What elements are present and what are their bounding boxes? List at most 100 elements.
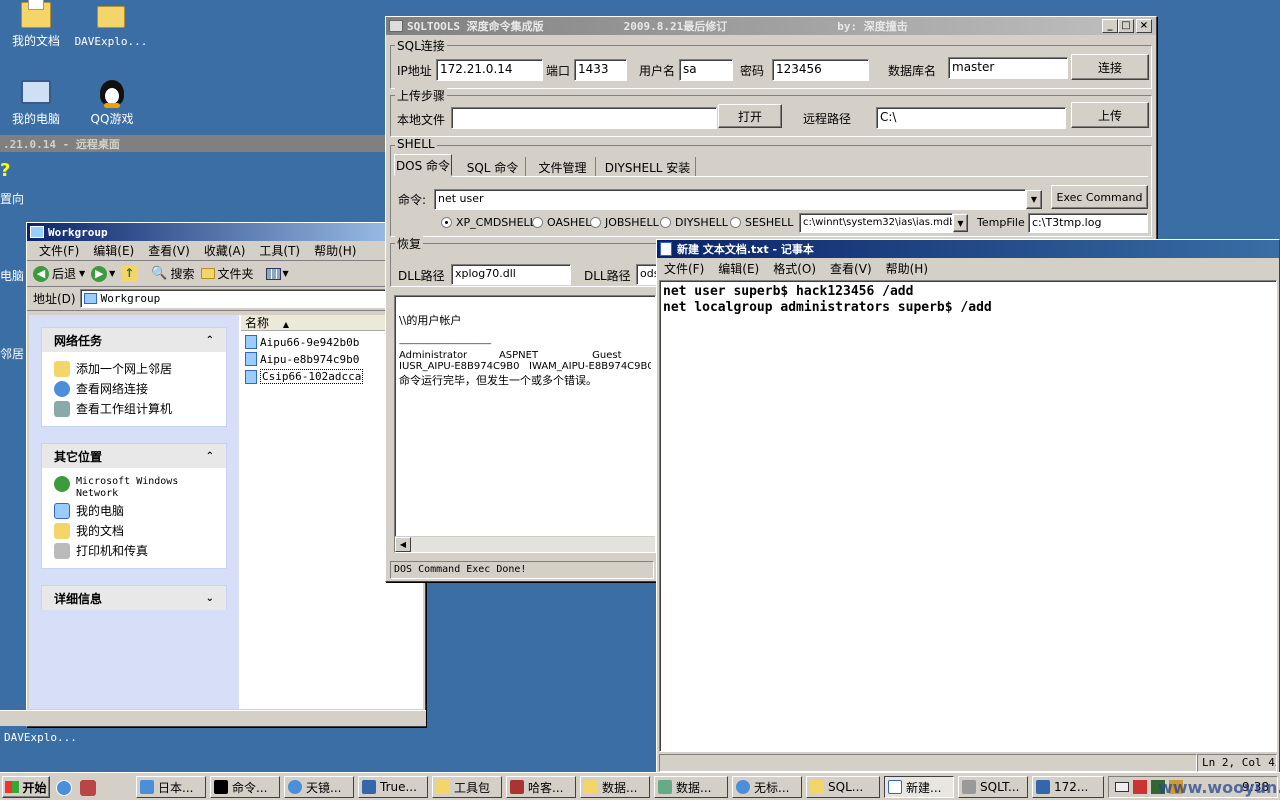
- maximize-button[interactable]: □: [1118, 19, 1134, 33]
- rdp-titlebar[interactable]: .21.0.14 - 远程桌面: [0, 135, 390, 152]
- quicklaunch-ie-icon[interactable]: [56, 780, 72, 796]
- taskbar-item[interactable]: 日本...: [136, 776, 206, 798]
- username-input[interactable]: sa: [679, 59, 733, 81]
- menu-help[interactable]: 帮助(H): [314, 242, 356, 259]
- radio-label: SESHELL: [745, 216, 794, 229]
- port-label: 端口: [546, 64, 571, 78]
- port-input[interactable]: 1433: [574, 59, 627, 81]
- dll-path-input[interactable]: xplog70.dll: [451, 264, 571, 285]
- place-printers[interactable]: 打印机和传真: [54, 542, 148, 559]
- command-input[interactable]: net user: [434, 189, 1026, 210]
- place-microsoft-network[interactable]: Microsoft Windows Network: [54, 476, 204, 500]
- menu-view[interactable]: 查看(V): [148, 242, 190, 259]
- tab-dos-command[interactable]: DOS 命令: [394, 154, 452, 176]
- taskbar-item[interactable]: SQLT...: [958, 776, 1028, 798]
- taskbar-item[interactable]: True...: [358, 776, 428, 798]
- file-item-selected[interactable]: Csip66-102adcca: [245, 369, 364, 384]
- menu-file[interactable]: 文件(F): [39, 242, 79, 259]
- task-label: 天镜...: [306, 780, 342, 795]
- radio-jobshell[interactable]: [590, 217, 601, 228]
- file-item[interactable]: Aipu66-9e942b0b: [245, 335, 359, 349]
- taskbar-item[interactable]: 数据...: [654, 776, 728, 798]
- up-folder-icon[interactable]: ↑: [121, 265, 138, 282]
- taskbar-item[interactable]: 工具包: [432, 776, 502, 798]
- menu-favorites[interactable]: 收藏(A): [204, 242, 246, 259]
- taskbar-item[interactable]: 无标...: [732, 776, 802, 798]
- taskbar-item[interactable]: 命令...: [210, 776, 280, 798]
- collapse-icon[interactable]: ⌃: [206, 335, 214, 346]
- tab-diyshell-install[interactable]: DIYSHELL 安装: [600, 157, 696, 177]
- taskbar-item-active[interactable]: 新建...: [884, 776, 954, 798]
- password-input[interactable]: 123456: [772, 59, 869, 81]
- place-my-documents[interactable]: 我的文档: [54, 522, 124, 539]
- local-file-input[interactable]: [451, 107, 717, 129]
- address-input[interactable]: Workgroup: [79, 289, 425, 308]
- rdp-title: .21.0.14 - 远程桌面: [3, 137, 120, 151]
- output-line: 命令运行完毕，但发生一个或多个错误。: [399, 374, 597, 387]
- tab-label: DOS 命令: [395, 158, 451, 173]
- menu-tools[interactable]: 工具(T): [259, 242, 300, 259]
- menu-edit[interactable]: 编辑(E): [93, 242, 134, 259]
- minimize-button[interactable]: _: [1102, 19, 1118, 33]
- exec-command-button[interactable]: Exec Command: [1051, 185, 1148, 209]
- window-icon: [140, 780, 154, 794]
- taskbar-item[interactable]: SQL...: [806, 776, 880, 798]
- sqltools-titlebar[interactable]: SQLTOOLS 深度命令集成版 2009.8.21最后修订 by: 深度撞击: [386, 17, 1156, 35]
- menu-file[interactable]: 文件(F): [664, 260, 704, 277]
- quicklaunch-app-icon[interactable]: [80, 780, 96, 796]
- tray-app-icon[interactable]: [1133, 780, 1147, 794]
- remote-path-input[interactable]: C:\: [876, 107, 1066, 129]
- tempfile-input[interactable]: c:\T3tmp.log: [1028, 213, 1148, 233]
- menu-view[interactable]: 查看(V): [830, 260, 872, 277]
- views-button[interactable]: ▼: [265, 267, 289, 280]
- collapse-icon[interactable]: ⌃: [206, 451, 214, 462]
- task-view-connections[interactable]: 查看网络连接: [54, 380, 148, 397]
- upload-button[interactable]: 上传: [1071, 102, 1149, 128]
- desktop-icon-davexplo[interactable]: DAVExplo...: [74, 6, 148, 48]
- search-button[interactable]: 🔍 搜索: [151, 265, 194, 282]
- menu-edit[interactable]: 编辑(E): [718, 260, 759, 277]
- radio-diyshell[interactable]: [660, 217, 671, 228]
- desktop-icon-my-documents[interactable]: 我的文档: [6, 0, 66, 49]
- output-hscrollbar[interactable]: ◀: [395, 536, 655, 552]
- task-add-network-place[interactable]: 添加一个网上邻居: [54, 360, 172, 377]
- task-view-workgroup[interactable]: 查看工作组计算机: [54, 400, 172, 417]
- desktop-icon-qq-games[interactable]: QQ游戏: [82, 80, 142, 127]
- notepad-titlebar[interactable]: 新建 文本文档.txt - 记事本: [657, 240, 1279, 258]
- database-input[interactable]: master: [948, 57, 1068, 79]
- menu-help[interactable]: 帮助(H): [886, 260, 928, 277]
- back-button[interactable]: ◀ 后退 ▼: [33, 265, 85, 282]
- command-output[interactable]: \\的用户帐户 --------------------------------…: [394, 295, 656, 553]
- close-button[interactable]: ×: [1136, 19, 1152, 33]
- mdb-path-select[interactable]: c:\winnt\system32\ias\ias.mdb: [799, 213, 953, 233]
- forward-button[interactable]: ▶ ▼: [91, 265, 115, 282]
- horizontal-scrollbar[interactable]: [0, 710, 426, 726]
- notepad-window: 新建 文本文档.txt - 记事本 文件(F) 编辑(E) 格式(O) 查看(V…: [656, 239, 1280, 774]
- menu-format[interactable]: 格式(O): [773, 260, 816, 277]
- notepad-editor[interactable]: net user superb$ hack123456 /add net loc…: [659, 280, 1277, 752]
- taskbar-item[interactable]: 哈客...: [506, 776, 576, 798]
- mdb-dropdown-button[interactable]: ▼: [953, 214, 968, 232]
- computer-icon: [245, 369, 257, 384]
- open-button[interactable]: 打开: [718, 104, 782, 128]
- place-my-computer[interactable]: 我的电脑: [54, 502, 124, 519]
- taskbar-item[interactable]: 数据...: [580, 776, 650, 798]
- scroll-left-button[interactable]: ◀: [395, 537, 411, 552]
- tab-sql-command[interactable]: SQL 命令: [460, 157, 526, 177]
- file-item[interactable]: Aipu-e8b974c9b0: [245, 352, 359, 366]
- keyboard-icon[interactable]: [1115, 782, 1129, 792]
- ip-input[interactable]: 172.21.0.14: [436, 59, 543, 81]
- tab-file-manager[interactable]: 文件管理: [530, 157, 596, 177]
- details-panel[interactable]: 详细信息 ⌄: [41, 585, 227, 610]
- taskbar-item[interactable]: 172...: [1032, 776, 1104, 798]
- radio-oashell[interactable]: [532, 217, 543, 228]
- taskbar-item[interactable]: 天镜...: [284, 776, 354, 798]
- folders-button[interactable]: 文件夹: [200, 265, 254, 282]
- desktop-icon-my-computer[interactable]: 我的电脑: [6, 80, 66, 127]
- command-dropdown-button[interactable]: ▼: [1026, 190, 1042, 209]
- radio-seshell[interactable]: [730, 217, 741, 228]
- radio-xp-cmdshell[interactable]: [441, 217, 452, 228]
- connect-button[interactable]: 连接: [1071, 54, 1149, 80]
- start-button[interactable]: 开始: [2, 776, 50, 798]
- workgroup-titlebar[interactable]: Workgroup: [27, 223, 425, 241]
